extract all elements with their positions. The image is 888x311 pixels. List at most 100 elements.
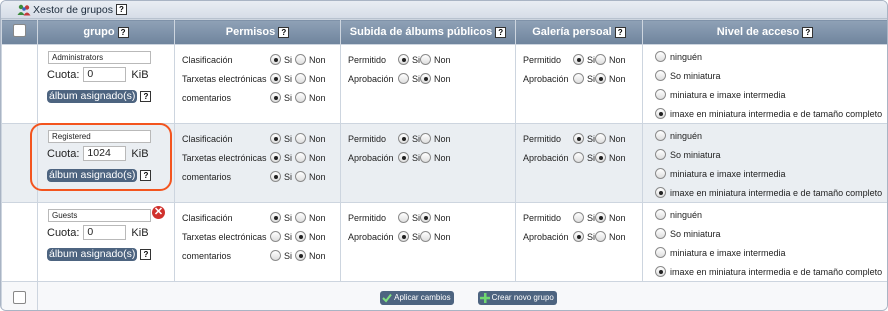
yes-label: Si [587,212,596,223]
ecards-yes-radio[interactable] [270,231,281,242]
access-level-radio[interactable] [655,247,666,258]
classification-no-radio[interactable] [295,212,307,223]
help-icon[interactable]: ? [115,4,127,15]
public-approval-yes-radio[interactable] [398,152,409,163]
access-level-radio[interactable] [655,89,666,100]
comments-label: comentarios [182,171,232,182]
group-name-input[interactable]: Administrators [48,51,151,64]
gallery-approval-no-radio[interactable] [595,73,607,84]
access-level-radio[interactable] [655,130,666,141]
access-level-radio[interactable] [655,168,666,179]
help-icon[interactable]: ? [614,26,626,38]
help-icon[interactable]: ? [802,26,814,38]
public-approval-yes-radio[interactable] [398,73,409,84]
yes-label: Si [587,152,596,163]
access-level-cell: ninguén So miniatura miniatura e imaxe int… [642,202,887,282]
public-approval-yes-radio[interactable] [398,231,409,242]
no-label: Non [309,133,326,144]
gallery-allowed-no-radio[interactable] [595,212,607,223]
public-allowed-yes-radio[interactable] [398,54,409,65]
no-label: Non [609,73,626,84]
gallery-approval-yes-radio[interactable] [573,231,584,242]
public-allowed-no-radio[interactable] [420,133,432,144]
ecards-no-radio[interactable] [295,231,307,242]
comments-yes-radio[interactable] [270,250,281,261]
gallery-allowed-yes-radio[interactable] [573,212,584,223]
access-level-radio[interactable] [655,266,666,277]
gallery-allowed-label: Permitido [523,54,562,65]
gallery-allowed-no-radio[interactable] [595,133,607,144]
album-assigned-button[interactable]: álbum asignado(s) [47,248,138,261]
public-approval-no-radio[interactable] [420,73,432,84]
gallery-approval-no-radio[interactable] [595,152,607,163]
public-allowed-yes-radio[interactable] [398,212,409,223]
classification-yes-radio[interactable] [270,212,281,223]
apply-changes-button[interactable]: Aplicar cambios [380,291,454,305]
comments-line: comentarios Si Non [175,167,340,186]
classification-yes-radio[interactable] [270,54,281,65]
help-icon[interactable]: ? [140,91,152,102]
album-assigned-button[interactable]: álbum asignado(s) [47,90,138,103]
public-allowed-yes-radio[interactable] [398,133,409,144]
access-option-label: miniatura e imaxe intermedia [670,168,786,179]
gallery-approval-yes-radio[interactable] [573,73,584,84]
access-option-label: So miniatura [670,149,721,160]
gallery-allowed-yes-radio[interactable] [573,54,584,65]
ecards-no-radio[interactable] [295,152,307,163]
comments-no-radio[interactable] [295,171,307,182]
classification-no-radio[interactable] [295,54,307,65]
comments-yes-radio[interactable] [270,171,281,182]
ecards-no-radio[interactable] [295,73,307,84]
window-title: Xestor de grupos [33,3,113,16]
yes-label: Si [412,231,421,242]
row-select-cell [1,44,38,124]
access-option: So miniatura [643,224,887,243]
footer-checkbox[interactable] [13,290,26,304]
access-level-radio[interactable] [655,70,666,81]
public-allowed-no-radio[interactable] [420,212,432,223]
ecards-yes-radio[interactable] [270,152,281,163]
table-row: Administrators Cuota: 0 KiB álbum asignado(s… [1,44,887,124]
public-approval-no-radio[interactable] [420,152,432,163]
help-icon[interactable]: ? [278,26,290,38]
quota-input[interactable]: 0 [83,67,127,82]
gallery-allowed-yes-radio[interactable] [573,133,584,144]
create-group-button[interactable]: Crear novo grupo [477,291,557,305]
yes-label: Si [412,212,421,223]
access-level-radio[interactable] [655,149,666,160]
public-allowed-no-radio[interactable] [420,54,432,65]
ecards-yes-radio[interactable] [270,73,281,84]
gallery-approval-no-radio[interactable] [595,231,607,242]
help-icon[interactable]: ? [495,26,507,38]
comments-no-radio[interactable] [295,92,307,103]
no-label: Non [309,171,326,182]
access-level-radio[interactable] [655,108,666,119]
no-label: Non [434,212,451,223]
comments-yes-radio[interactable] [270,92,281,103]
gallery-allowed-no-radio[interactable] [595,54,607,65]
comments-no-radio[interactable] [295,250,307,261]
help-icon[interactable]: ? [117,26,129,38]
no-label: Non [609,212,626,223]
classification-yes-radio[interactable] [270,133,281,144]
access-level-radio[interactable] [655,51,666,62]
access-level-radio[interactable] [655,209,666,220]
gallery-approval-yes-radio[interactable] [573,152,584,163]
classification-no-radio[interactable] [295,133,307,144]
access-option: miniatura e imaxe intermedia [643,85,887,104]
access-option: ninguén [643,205,887,224]
add-group-icon [479,293,490,303]
group-name-input[interactable]: Guests [48,209,151,222]
help-icon[interactable]: ? [140,249,152,260]
comments-line: comentarios Si Non [175,246,340,265]
public-approval-no-radio[interactable] [420,231,432,242]
quota-input[interactable]: 0 [83,225,127,240]
delete-group-icon[interactable]: ✕ [152,206,165,219]
comments-label: comentarios [182,92,232,103]
access-level-radio[interactable] [655,187,666,198]
gallery-allowed-label: Permitido [523,212,562,223]
gallery-approval-line: Aprobación Si Non [516,227,642,246]
access-level-radio[interactable] [655,228,666,239]
select-all-checkbox[interactable] [13,24,26,37]
no-label: Non [434,152,451,163]
